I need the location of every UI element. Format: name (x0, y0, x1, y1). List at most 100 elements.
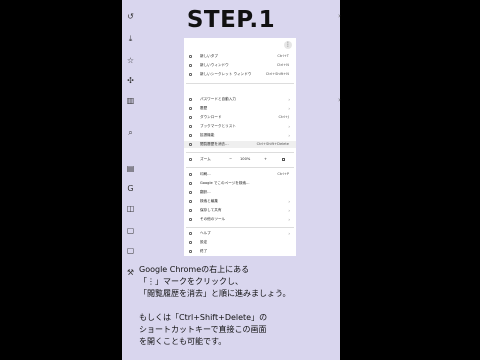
instruction-line: 「閲覧履歴を消去」と順に進みましょう。 (139, 289, 291, 298)
menu-item-label: 履歴 (200, 106, 208, 110)
exit-icon (189, 250, 192, 253)
menu-item-zoom: ズーム − 100% + (184, 156, 296, 163)
menu-item-downloads[interactable]: ダウンロード Ctrl+J (184, 114, 296, 121)
menu-item-find-edit[interactable]: 検索と編集 › (184, 198, 296, 205)
zoom-icon (189, 158, 192, 161)
search-edit-icon: ▢ (126, 226, 135, 235)
search-edit-icon (189, 200, 192, 203)
menu-item-shortcut: Ctrl+P (277, 172, 289, 176)
menu-item-label: 新しいウィンドウ (200, 63, 229, 67)
menu-item-label: ブックマークとリスト (200, 124, 236, 128)
fullscreen-icon[interactable] (282, 158, 285, 161)
bookmark-icon: ☆ (126, 56, 135, 65)
menu-item-shortcut: Ctrl+N (276, 63, 289, 67)
menu-item-print[interactable]: 印刷... Ctrl+P (184, 171, 296, 178)
divider (186, 227, 294, 228)
chrome-menu: ⋮ 新しいタブ Ctrl+T 新しいウィンドウ Ctrl+N 新しいシークレット… (184, 38, 296, 256)
menu-item-label: 設定 (200, 240, 208, 244)
edge-mark: › (338, 12, 341, 20)
new-window-icon (189, 64, 192, 67)
new-tab-icon (189, 55, 192, 58)
chevron-right-icon: › (288, 231, 290, 236)
step-card: STEP.1 ⋮ 新しいタブ Ctrl+T 新しいウィンドウ Ctrl+N 新し… (122, 0, 340, 360)
menu-item-label: ヘルプ (200, 231, 211, 235)
edge-mark: › (338, 96, 341, 104)
chevron-right-icon: › (288, 124, 290, 129)
menu-item-label: 新しいタブ (200, 54, 218, 58)
incognito-icon (189, 73, 192, 76)
step-title: STEP.1 (186, 7, 276, 33)
menu-item-label: 翻訳... (200, 190, 211, 194)
key-icon (189, 98, 192, 101)
google-icon (189, 182, 192, 185)
menu-item-label: 閲覧履歴を消去... (200, 142, 229, 146)
translate-icon (189, 191, 192, 194)
menu-item-incognito[interactable]: 新しいシークレット ウィンドウ Ctrl+Shift+N (184, 71, 296, 78)
puzzle-icon (189, 134, 192, 137)
chevron-right-icon: › (288, 199, 290, 204)
instruction-line: 「⋮」マークをクリックし、 (139, 277, 243, 286)
zoom-out-button[interactable]: − (229, 156, 232, 163)
divider (186, 83, 294, 84)
divider (186, 167, 294, 168)
translate-icon: ◫ (126, 204, 135, 213)
menu-item-shortcut: Ctrl+Shift+N (265, 72, 289, 76)
menu-item-label: 拡張機能 (200, 133, 215, 137)
instruction-line: Google Chromeの右上にある (139, 265, 250, 274)
save-share-icon: ▢ (126, 246, 135, 255)
menu-item-passwords[interactable]: パスワードと自動入力 › (184, 96, 296, 103)
menu-item-help[interactable]: ヘルプ › (184, 230, 296, 237)
menu-item-new-window[interactable]: 新しいウィンドウ Ctrl+N (184, 62, 296, 69)
menu-item-clear-browsing-data[interactable]: 閲覧履歴を消去... Ctrl+Shift+Delete (184, 141, 296, 148)
history-icon: ↺ (127, 12, 134, 21)
menu-item-history[interactable]: 履歴 › (184, 105, 296, 112)
print-icon: ▤ (126, 164, 135, 173)
star-icon (189, 125, 192, 128)
help-icon (189, 232, 192, 235)
instruction-line: ショートカットキーで直接この画面 (139, 325, 267, 334)
chevron-right-icon: › (288, 208, 290, 213)
instruction-line: を開くことも可能です。 (139, 337, 227, 346)
zoom-value: 100% (240, 157, 251, 161)
chevron-right-icon: › (288, 106, 290, 111)
menu-item-label: 保存して共有 (200, 208, 222, 212)
divider (186, 152, 294, 153)
menu-item-google-search[interactable]: Google でこのページを検索... (184, 180, 296, 187)
menu-item-more-tools[interactable]: その他のツール › (184, 216, 296, 223)
menu-item-label: その他のツール (200, 217, 226, 221)
menu-item-exit[interactable]: 終了 (184, 248, 296, 255)
download-icon: ⤓ (128, 34, 133, 43)
menu-item-new-tab[interactable]: 新しいタブ Ctrl+T (184, 53, 296, 60)
menu-item-settings[interactable]: 設定 (184, 239, 296, 246)
menu-item-shortcut: Ctrl+J (278, 115, 289, 119)
menu-item-translate[interactable]: 翻訳... (184, 189, 296, 196)
menu-item-extensions[interactable]: 拡張機能 › (184, 132, 296, 139)
kebab-menu-icon[interactable]: ⋮ (284, 41, 292, 49)
history-icon (189, 107, 192, 110)
menu-item-label: 検索と編集 (200, 199, 218, 203)
menu-item-shortcut: Ctrl+Shift+Delete (256, 142, 289, 146)
menu-item-label: ダウンロード (200, 115, 222, 119)
menu-item-shortcut: Ctrl+T (277, 54, 289, 58)
menu-item-label: Google でこのページを検索... (200, 181, 250, 185)
gear-icon (189, 241, 192, 244)
chevron-right-icon: › (288, 133, 290, 138)
chevron-right-icon: › (288, 97, 290, 102)
instruction-line: もしくは「Ctrl+Shift+Delete」の (139, 313, 268, 322)
zoom-icon: ⌕ (128, 128, 133, 137)
menu-item-label: 印刷... (200, 172, 211, 176)
menu-item-label: 新しいシークレット ウィンドウ (200, 72, 252, 76)
menu-item-label: パスワードと自動入力 (200, 97, 236, 101)
zoom-in-button[interactable]: + (264, 156, 267, 163)
more-tools-icon (189, 218, 192, 221)
zoom-label: ズーム (200, 157, 211, 161)
save-share-icon (189, 209, 192, 212)
menu-item-save-share[interactable]: 保存して共有 › (184, 207, 296, 214)
print-icon (189, 173, 192, 176)
menu-item-label: 終了 (200, 249, 208, 253)
extensions-icon: ✣ (127, 76, 134, 85)
download-icon (189, 116, 192, 119)
google-icon: G (127, 184, 134, 193)
menu-item-bookmarks[interactable]: ブックマークとリスト › (184, 123, 296, 130)
trash-icon (189, 143, 192, 146)
